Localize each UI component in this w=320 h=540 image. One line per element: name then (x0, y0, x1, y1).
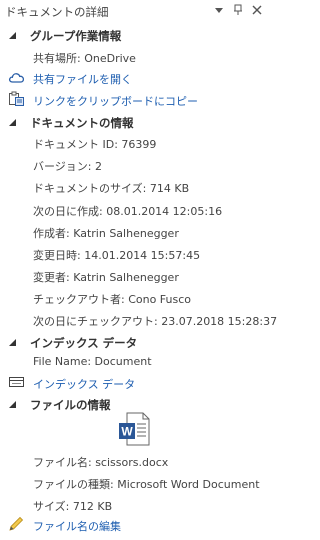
collapse-arrow-icon[interactable] (8, 337, 17, 350)
section-header-index-data: インデックス データ (30, 336, 138, 350)
version: バージョン: 2 (33, 160, 102, 173)
copy-link-to-clipboard[interactable]: リンクをクリップボードにコピー (0, 91, 269, 109)
clipboard-link-icon (8, 91, 26, 110)
close-icon[interactable] (250, 3, 264, 17)
modified-date: 変更日時: 14.01.2014 15:57:45 (33, 249, 201, 262)
created-date: 次の日に作成: 08.01.2014 12:05:16 (33, 205, 223, 218)
pin-icon[interactable] (231, 3, 245, 17)
edit-file-name-label[interactable]: ファイル名の編集 (33, 518, 121, 534)
section-header-file-info: ファイルの情報 (30, 398, 111, 412)
index-data-link[interactable]: インデックス データ (0, 374, 269, 392)
section-document-info[interactable]: ドキュメントの情報 (0, 114, 269, 130)
collapse-arrow-icon[interactable] (8, 117, 17, 130)
pane-title-bar: ドキュメントの詳細 (0, 0, 269, 22)
pane-title: ドキュメントの詳細 (5, 5, 109, 19)
index-card-icon (8, 374, 26, 393)
collapse-arrow-icon[interactable] (8, 399, 17, 412)
word-document-icon: W (117, 411, 151, 447)
svg-text:W: W (121, 425, 133, 439)
created-by: 作成者: Katrin Salhenegger (33, 227, 179, 240)
collapse-arrow-icon[interactable] (8, 30, 17, 43)
pencil-icon (8, 516, 26, 535)
section-index-data[interactable]: インデックス データ (0, 334, 269, 350)
section-file-info[interactable]: ファイルの情報 (0, 396, 269, 412)
copy-link-label[interactable]: リンクをクリップボードにコピー (33, 93, 198, 109)
index-file-name: File Name: Document (33, 355, 152, 368)
open-shared-file-label[interactable]: 共有ファイルを開く (33, 71, 132, 87)
file-name: ファイル名: scissors.docx (33, 456, 169, 469)
pane-options-dropdown-icon[interactable] (212, 3, 226, 17)
open-shared-file-link[interactable]: 共有ファイルを開く (0, 69, 269, 87)
document-id: ドキュメント ID: 76399 (33, 138, 157, 151)
shared-location: 共有場所: OneDrive (33, 52, 136, 65)
file-size: サイズ: 712 KB (33, 500, 113, 513)
document-size: ドキュメントのサイズ: 714 KB (33, 182, 190, 195)
cloud-icon (8, 69, 26, 88)
section-header-document-info: ドキュメントの情報 (30, 116, 134, 130)
edit-file-name-link[interactable]: ファイル名の編集 (0, 516, 269, 534)
modified-by: 変更者: Katrin Salhenegger (33, 271, 179, 284)
checked-out-date: 次の日にチェックアウト: 23.07.2018 15:28:37 (33, 315, 278, 328)
section-group-info[interactable]: グループ作業情報 (0, 27, 269, 43)
file-type: ファイルの種類: Microsoft Word Document (33, 478, 260, 491)
index-data-link-label[interactable]: インデックス データ (33, 376, 135, 392)
section-header-group-info: グループ作業情報 (30, 29, 122, 43)
checked-out-by: チェックアウト者: Cono Fusco (33, 293, 192, 306)
